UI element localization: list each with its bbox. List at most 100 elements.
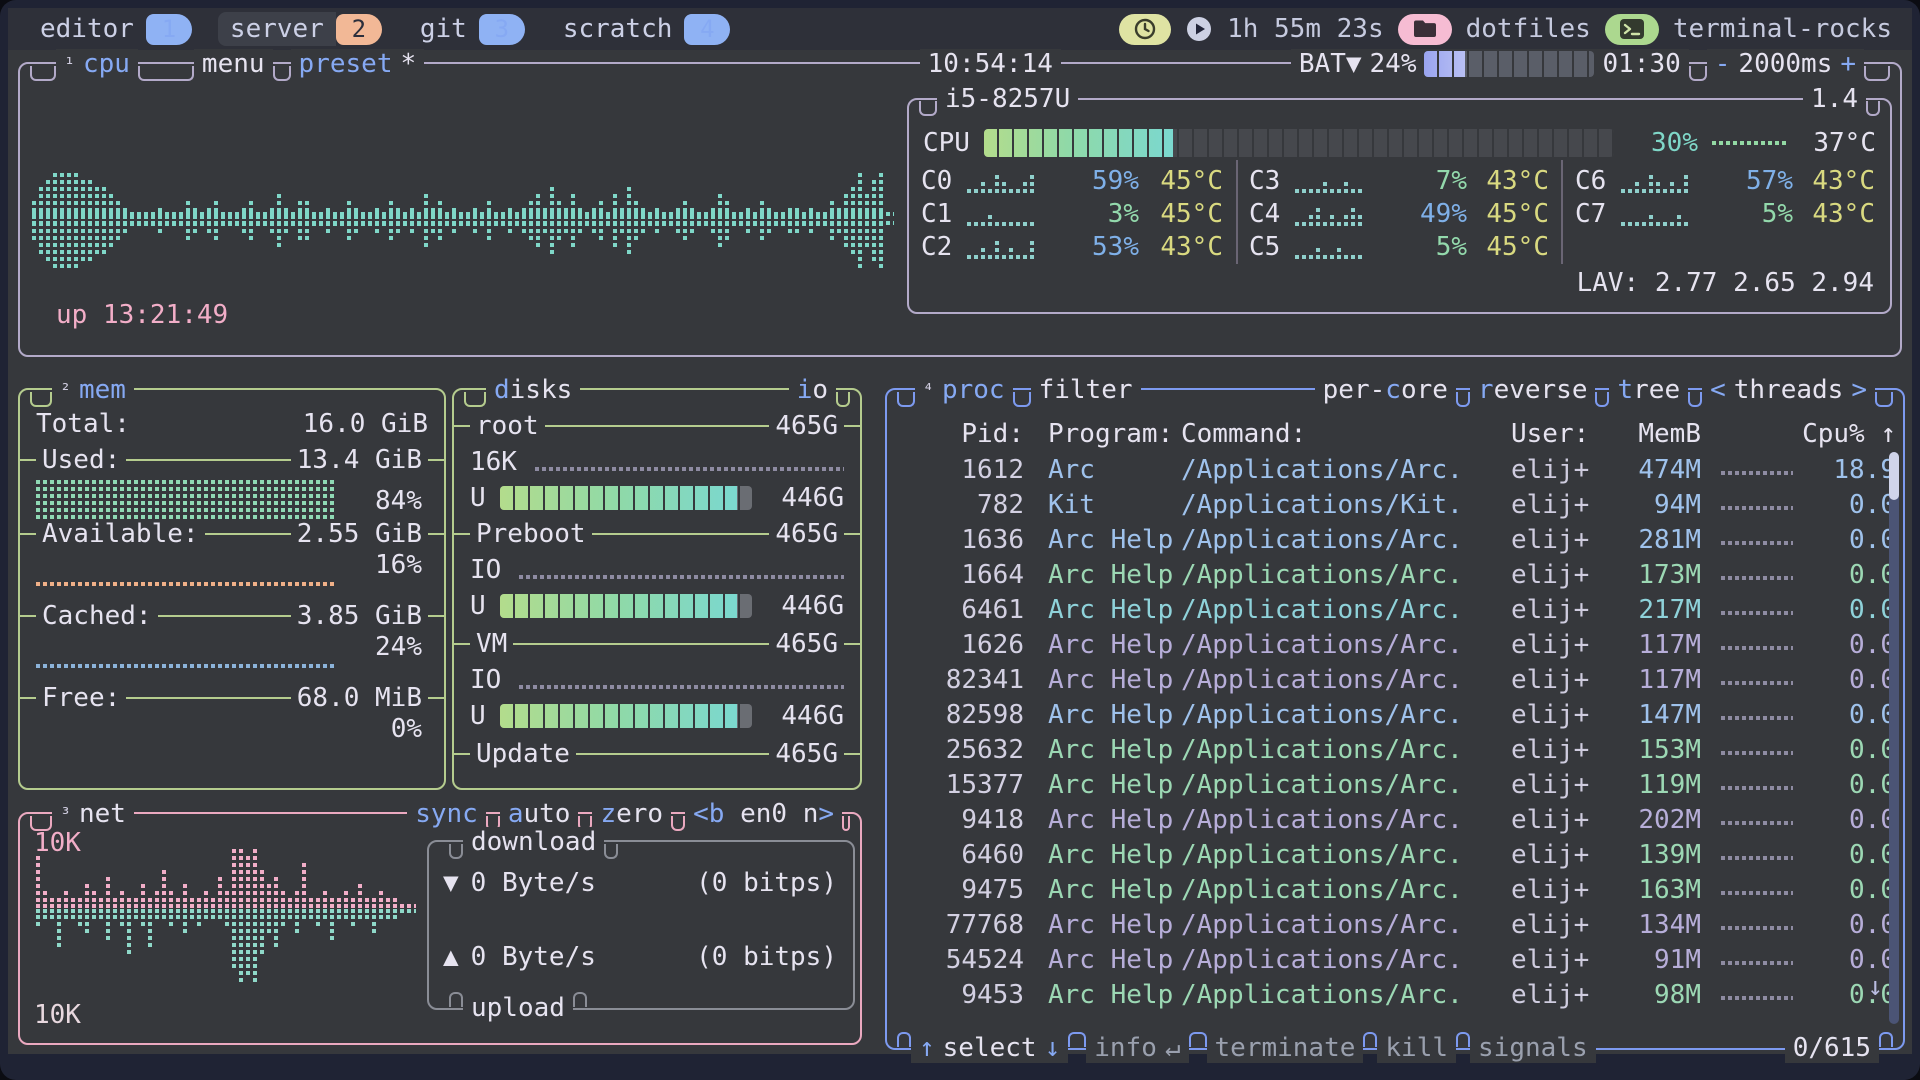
header-cpu[interactable]: Cpu% ↑ (1801, 416, 1896, 451)
core-row-c7: C75%43°C (1575, 197, 1875, 230)
proc-panel-title[interactable]: ⁴proc (915, 375, 1013, 405)
play-icon (1185, 15, 1213, 43)
mem-used-value: 13.4 GiB (291, 445, 428, 475)
folder-icon (1412, 18, 1438, 40)
session-name: terminal-rocks (1673, 14, 1892, 44)
process-row[interactable]: 82598Arc Help/Applications/Arc.elij+147M… (901, 697, 1889, 732)
current-directory: dotfiles (1466, 14, 1591, 44)
clock-icon (1133, 17, 1157, 41)
refresh-interval-control: - 2000ms + (1707, 49, 1864, 79)
tab-editor-badge: 1 (146, 14, 192, 45)
header-pid[interactable]: Pid: (901, 416, 1024, 451)
tab-server-badge: 2 (336, 14, 382, 45)
mem-panel-title[interactable]: ²mem (52, 375, 134, 405)
process-row[interactable]: 1612Arc/Applications/Arc.elij+474M18.9 (901, 452, 1889, 487)
proc-percore-button[interactable]: per-core (1315, 375, 1456, 405)
process-row[interactable]: 15377Arc Help/Applications/Arc.elij+119M… (901, 767, 1889, 802)
process-row[interactable]: 6461Arc Help/Applications/Arc.elij+217M0… (901, 592, 1889, 627)
process-row[interactable]: 54524Arc Help/Applications/Arc.elij+91M0… (901, 942, 1889, 977)
mem-available-percent: 16% (375, 550, 422, 580)
tab-server-label: server (218, 12, 336, 46)
disk-root-io-label: 16K (470, 447, 517, 477)
disk-preboot-usage-bar (500, 594, 752, 618)
download-title: download (463, 827, 604, 857)
battery-percent: 24% (1370, 49, 1417, 79)
process-row[interactable]: 82341Arc Help/Applications/Arc.elij+117M… (901, 662, 1889, 697)
header-user[interactable]: User: (1511, 416, 1589, 451)
disks-panel-title[interactable]: disks (486, 375, 580, 405)
sort-arrow-icon: ↑ (1880, 419, 1896, 449)
mem-cached-value: 3.85 GiB (291, 601, 428, 631)
disk-vm-usage-bar (500, 704, 752, 728)
proc-select-control[interactable]: ↑select↓ (911, 1033, 1068, 1063)
mem-available-graph (36, 582, 336, 586)
interval-decrease-button[interactable]: - (1715, 49, 1731, 79)
cpu-menu-button[interactable]: menu (194, 49, 273, 79)
load-average: LAV: 2.77 2.65 2.94 (1577, 268, 1874, 298)
process-row[interactable]: 77768Arc Help/Applications/Arc.elij+134M… (901, 907, 1889, 942)
disk-vm-u-label: U (470, 701, 486, 731)
proc-table-header: Pid: Program: Command: User: MemB Cpu% ↑ (901, 416, 1889, 451)
header-memb[interactable]: MemB (1591, 416, 1701, 451)
cpu-frequency: 1.4 (1803, 84, 1866, 114)
proc-reverse-button[interactable]: reverse (1470, 375, 1596, 405)
disk-root-u-label: U (470, 483, 486, 513)
header-command[interactable]: Command: (1181, 416, 1306, 451)
proc-signals-button[interactable]: signals (1470, 1033, 1596, 1063)
process-row[interactable]: 1626Arc Help/Applications/Arc.elij+117M0… (901, 627, 1889, 662)
tab-server[interactable]: server 2 (218, 12, 382, 46)
upload-bits: (0 bitps) (696, 942, 837, 972)
interval-value: 2000ms (1738, 49, 1832, 79)
header-program[interactable]: Program: (1048, 416, 1173, 451)
mem-panel: ²mem Total:16.0 GiB Used:13.4 GiB 84% Av… (18, 388, 446, 790)
terminal-icon (1619, 17, 1645, 41)
cpu-panel-title[interactable]: ¹cpu (56, 49, 138, 79)
net-scale-bottom: 10K (34, 1000, 81, 1030)
process-row[interactable]: 782Kit/Applications/Kit.elij+94M0.0 (901, 487, 1889, 522)
core-column-1: C059%45°C C13%45°C C253%43°C (921, 164, 1223, 264)
cpu-history-graph (32, 164, 894, 276)
tab-git[interactable]: git 3 (408, 12, 525, 46)
proc-terminate-button[interactable]: terminate (1207, 1033, 1364, 1063)
overflow-down-icon: ↓ (1867, 972, 1883, 1002)
cpu-total-spark (1712, 141, 1786, 145)
process-row[interactable]: 1664Arc Help/Applications/Arc.elij+173M0… (901, 557, 1889, 592)
proc-info-button[interactable]: info↵ (1086, 1033, 1188, 1063)
terminal-window: editor 1 server 2 git 3 scratch 4 1h 55m… (0, 0, 1920, 1080)
process-row[interactable]: 25632Arc Help/Applications/Arc.elij+153M… (901, 732, 1889, 767)
cpu-preset-button[interactable]: preset* (291, 49, 425, 79)
net-panel-title[interactable]: ³net (52, 799, 134, 829)
core-row-c1: C13%45°C (921, 197, 1223, 230)
proc-filter-button[interactable]: filter (1031, 375, 1141, 405)
core-column-3: C657%43°C C75%43°C (1575, 164, 1875, 264)
net-panel: ³net sync auto zero <b en0 n> 10K 10K (18, 812, 862, 1045)
mem-free-label: Free: (36, 683, 126, 713)
disk-update-size: 465G (769, 739, 844, 769)
download-bits: (0 bitps) (696, 868, 837, 898)
process-row[interactable]: 9453Arc Help/Applications/Arc.elij+98M0.… (901, 977, 1889, 1012)
status-cluster: 1h 55m 23s dotfiles terminal-rocks (1119, 14, 1892, 45)
proc-threads-switcher[interactable]: <threads> (1702, 375, 1875, 405)
proc-scrollbar[interactable] (1889, 452, 1899, 1024)
proc-scrollbar-thumb[interactable] (1889, 452, 1899, 500)
disks-io-title[interactable]: io (789, 375, 836, 405)
proc-kill-button[interactable]: kill (1377, 1033, 1456, 1063)
proc-tree-button[interactable]: tree (1609, 375, 1688, 405)
mem-cached-percent: 24% (375, 632, 422, 662)
process-row[interactable]: 6460Arc Help/Applications/Arc.elij+139M0… (901, 837, 1889, 872)
cpu-total-bar (984, 129, 1614, 157)
mem-available-label: Available: (36, 519, 205, 549)
disk-root-usage-bar (500, 486, 752, 510)
process-row[interactable]: 9418Arc Help/Applications/Arc.elij+202M0… (901, 802, 1889, 837)
net-rates-box: download ▼ 0 Byte/s (0 bitps) ▲ 0 Byte/s… (427, 840, 855, 1010)
tab-editor[interactable]: editor 1 (28, 12, 192, 46)
tab-scratch[interactable]: scratch 4 (551, 12, 731, 46)
process-row[interactable]: 9475Arc Help/Applications/Arc.elij+163M0… (901, 872, 1889, 907)
disk-root-size: 465G (769, 411, 844, 441)
interval-increase-button[interactable]: + (1840, 49, 1856, 79)
upload-arrow-icon: ▲ (443, 942, 459, 972)
tab-scratch-badge: 4 (684, 14, 730, 45)
process-row[interactable]: 1636Arc Help/Applications/Arc.elij+281M0… (901, 522, 1889, 557)
mem-used-graph (36, 480, 336, 519)
proc-table-body: 1612Arc/Applications/Arc.elij+474M18.9 7… (901, 452, 1889, 1012)
